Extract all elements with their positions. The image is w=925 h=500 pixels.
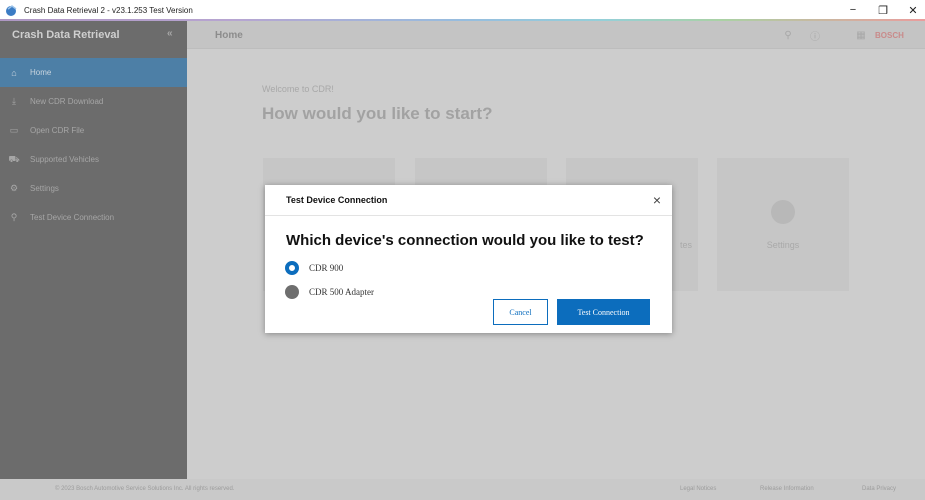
dialog-header: Test Device Connection × bbox=[265, 185, 672, 216]
sidebar-header: Crash Data Retrieval « bbox=[0, 21, 187, 49]
page-title: Home bbox=[215, 30, 243, 41]
sidebar-item-new-cdr-download[interactable]: ⤓ New CDR Download bbox=[0, 87, 187, 116]
app-logo-icon bbox=[6, 5, 17, 16]
sidebar-item-label: Supported Vehicles bbox=[30, 155, 99, 164]
search-icon[interactable]: ⚲ bbox=[782, 29, 794, 41]
radio-unselected[interactable] bbox=[285, 285, 299, 299]
radio-label: CDR 500 Adapter bbox=[309, 287, 374, 297]
sidebar-item-label: New CDR Download bbox=[30, 97, 104, 106]
card-label: Settings bbox=[766, 240, 800, 250]
sidebar-item-label: Home bbox=[30, 68, 52, 77]
plug-icon: ⚲ bbox=[10, 212, 18, 222]
sidebar-item-label: Test Device Connection bbox=[30, 213, 115, 222]
sidebar-item-label: Open CDR File bbox=[30, 126, 85, 135]
sidebar-item-supported-vehicles[interactable]: ⛟ Supported Vehicles bbox=[0, 145, 187, 174]
sidebar-item-settings[interactable]: ⚙ Settings bbox=[0, 174, 187, 203]
close-icon[interactable]: × bbox=[650, 193, 664, 207]
page-header: Home ⚲ ⓘ ▦ BOSCH bbox=[187, 21, 925, 49]
sidebar: Crash Data Retrieval « ⌂ Home ⤓ New CDR … bbox=[0, 21, 187, 479]
radio-option-cdr-500-adapter[interactable]: CDR 500 Adapter bbox=[285, 285, 374, 299]
test-connection-button[interactable]: Test Connection bbox=[557, 299, 650, 325]
start-headline: How would you like to start? bbox=[262, 104, 493, 123]
sidebar-item-test-device-connection[interactable]: ⚲ Test Device Connection bbox=[0, 203, 187, 232]
maximize-button[interactable]: ❐ bbox=[870, 0, 896, 20]
settings-icon bbox=[771, 200, 795, 224]
window-title: Crash Data Retrieval 2 - v23.1.253 Test … bbox=[24, 5, 193, 15]
radio-selected[interactable] bbox=[285, 261, 299, 275]
footer-link-privacy[interactable]: Data Privacy bbox=[862, 486, 896, 492]
folder-icon: ▭ bbox=[9, 125, 19, 135]
dialog-question: Which device's connection would you like… bbox=[286, 232, 644, 249]
footer-link-release[interactable]: Release Information bbox=[760, 486, 814, 492]
sidebar-item-label: Settings bbox=[30, 184, 59, 193]
footer-link-legal[interactable]: Legal Notices bbox=[680, 486, 716, 492]
minimize-button[interactable]: − bbox=[840, 0, 866, 20]
sidebar-item-open-cdr-file[interactable]: ▭ Open CDR File bbox=[0, 116, 187, 145]
vehicle-icon: ⛟ bbox=[8, 153, 20, 164]
footer: © 2023 Bosch Automotive Service Solution… bbox=[0, 479, 925, 500]
radio-label: CDR 900 bbox=[309, 263, 344, 273]
dialog-title: Test Device Connection bbox=[286, 195, 388, 205]
sidebar-item-home[interactable]: ⌂ Home bbox=[0, 58, 187, 87]
welcome-text: Welcome to CDR! bbox=[262, 84, 334, 94]
test-connection-dialog: Test Device Connection × Which device's … bbox=[265, 185, 672, 333]
close-window-button[interactable]: ✕ bbox=[900, 0, 925, 20]
app-window: Crash Data Retrieval 2 - v23.1.253 Test … bbox=[0, 0, 925, 500]
apps-grid-icon[interactable]: ▦ bbox=[855, 29, 867, 41]
radio-option-cdr-900[interactable]: CDR 900 bbox=[285, 261, 343, 275]
collapse-sidebar-icon[interactable]: « bbox=[167, 29, 177, 39]
app-name: Crash Data Retrieval bbox=[12, 29, 120, 41]
copyright-text: © 2023 Bosch Automotive Service Solution… bbox=[55, 486, 235, 492]
start-card-settings[interactable]: Settings bbox=[717, 158, 849, 291]
gear-icon: ⚙ bbox=[9, 183, 19, 193]
cancel-button[interactable]: Cancel bbox=[493, 299, 548, 325]
help-icon[interactable]: ⓘ bbox=[809, 29, 821, 43]
brand-logo: BOSCH bbox=[875, 31, 904, 40]
download-icon: ⤓ bbox=[12, 96, 16, 106]
home-icon: ⌂ bbox=[11, 67, 17, 78]
title-bar: Crash Data Retrieval 2 - v23.1.253 Test … bbox=[0, 0, 925, 20]
